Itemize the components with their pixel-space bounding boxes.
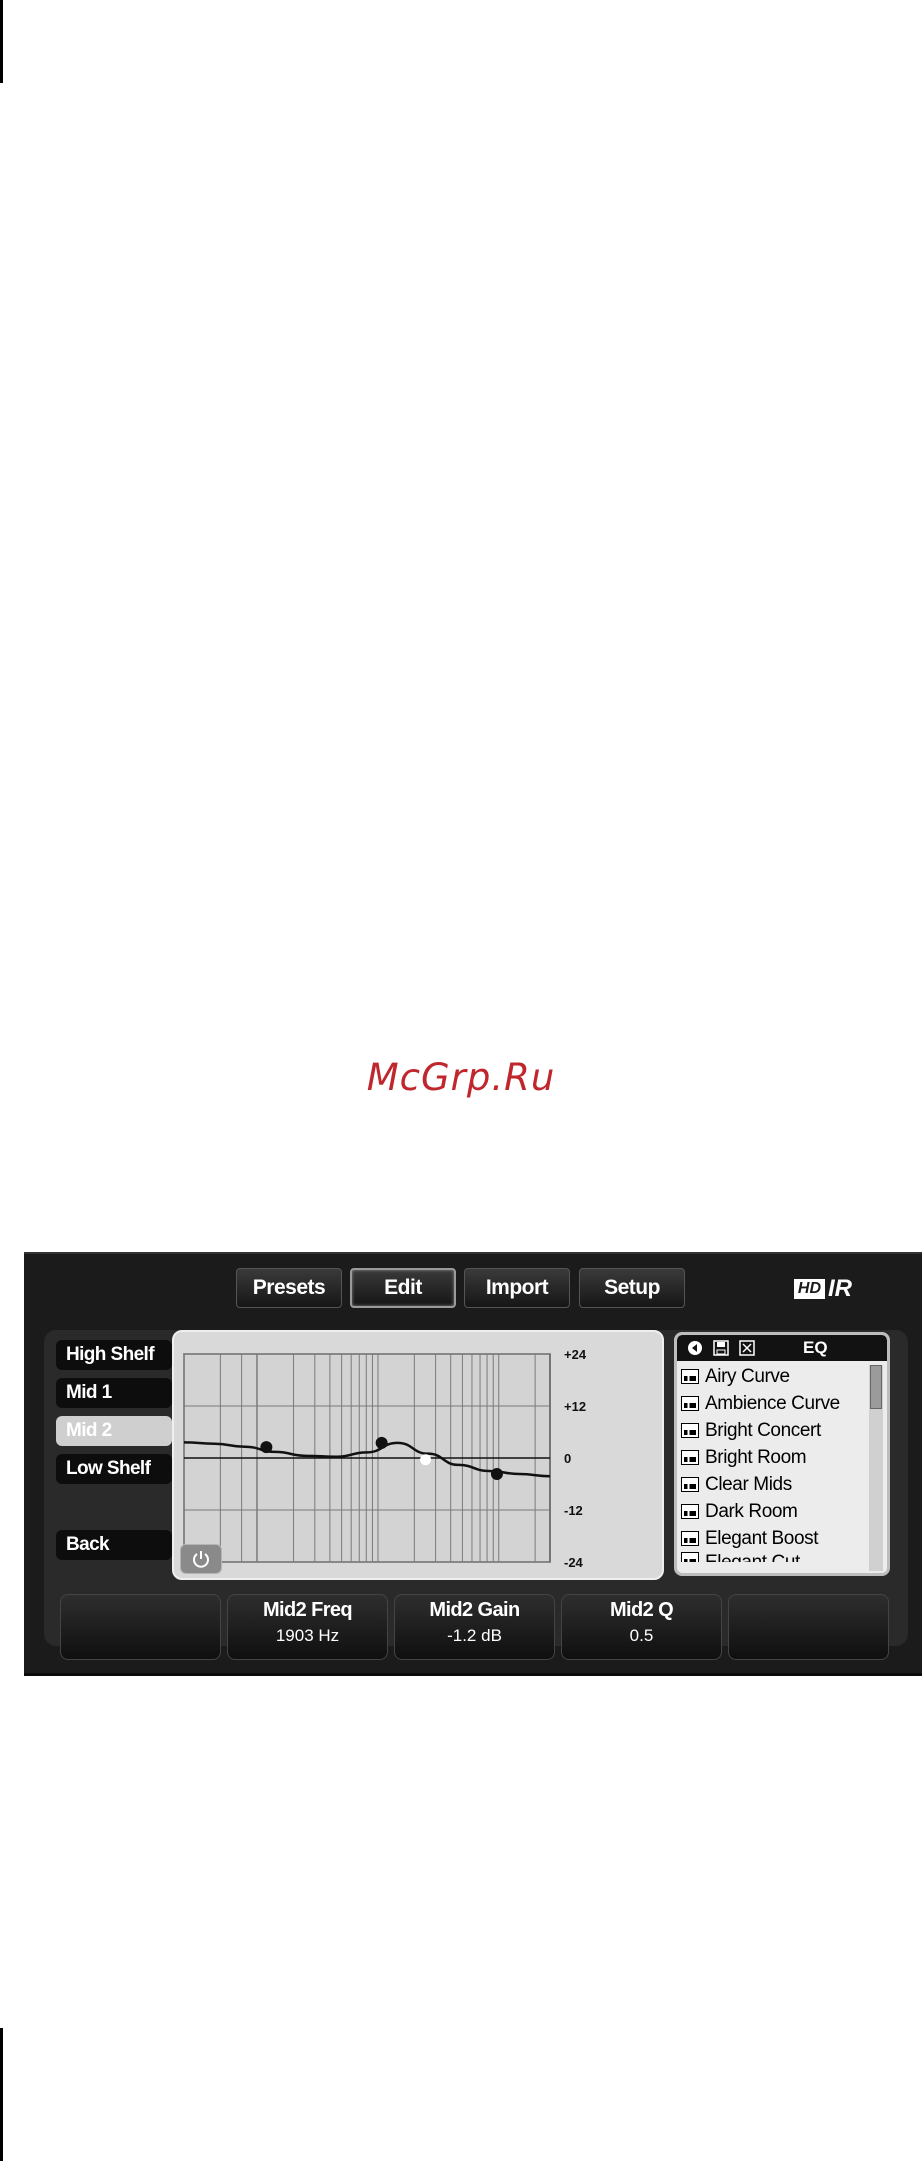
preset-list-scrollbar[interactable] (869, 1365, 883, 1571)
preset-items: Airy Curve Ambience Curve Bright Concert… (681, 1363, 865, 1562)
eq-plugin-window: Presets Edit Import Setup HD IR High She… (24, 1252, 922, 1676)
preset-list-title: EQ (803, 1338, 828, 1357)
curve-thumbnail-icon (681, 1477, 699, 1492)
curve-thumbnail-icon (681, 1450, 699, 1465)
band-high-shelf-button[interactable]: High Shelf (56, 1340, 172, 1370)
presets-button[interactable]: Presets (236, 1268, 342, 1308)
list-item[interactable]: Bright Room (681, 1444, 865, 1471)
eq-node-mid-1[interactable] (375, 1436, 388, 1449)
list-item[interactable]: Elegant Cut (681, 1552, 865, 1562)
list-item[interactable]: Clear Mids (681, 1471, 865, 1498)
import-button[interactable]: Import (464, 1268, 570, 1308)
eq-node-low-shelf[interactable] (490, 1468, 503, 1481)
list-item[interactable]: Elegant Boost (681, 1525, 865, 1552)
eq-graph-panel: +24 +12 0 -12 -24 (172, 1330, 664, 1580)
y-tick-label: -24 (564, 1555, 584, 1570)
eq-preset-list: EQ Airy Curve Ambience Curve Bright Conc… (674, 1332, 890, 1576)
band-low-shelf-button[interactable]: Low Shelf (56, 1454, 172, 1484)
y-tick-label: +12 (564, 1399, 586, 1414)
logo-hd: HD (793, 1279, 825, 1299)
param-value: -1.2 dB (447, 1626, 502, 1645)
list-item[interactable]: Dark Room (681, 1498, 865, 1525)
param-slot-empty-left[interactable] (60, 1594, 221, 1660)
hdir-logo: HD IR (793, 1275, 852, 1303)
power-icon (193, 1551, 209, 1568)
speaker-icon[interactable] (687, 1340, 703, 1356)
delete-icon[interactable] (739, 1340, 755, 1356)
curve-thumbnail-icon (681, 1552, 699, 1562)
list-item[interactable]: Airy Curve (681, 1363, 865, 1390)
back-button[interactable]: Back (56, 1530, 172, 1560)
page-edge-top (0, 0, 3, 83)
curve-thumbnail-icon (681, 1531, 699, 1546)
param-value: 0.5 (629, 1626, 654, 1645)
param-name: Mid2 Freq (262, 1599, 353, 1621)
curve-thumbnail-icon (681, 1423, 699, 1438)
page-edge-bottom (0, 2028, 3, 2161)
power-button[interactable] (180, 1544, 222, 1574)
scrollbar-thumb[interactable] (870, 1365, 882, 1409)
logo-ir: IR (828, 1275, 852, 1302)
watermark-text: McGrp.Ru (366, 1056, 556, 1099)
curve-thumbnail-icon (681, 1396, 699, 1411)
list-item[interactable]: Ambience Curve (681, 1390, 865, 1417)
y-tick-label: -12 (564, 1503, 583, 1518)
eq-node-high-shelf[interactable] (260, 1441, 273, 1454)
setup-button[interactable]: Setup (579, 1268, 685, 1308)
save-icon[interactable] (713, 1340, 729, 1356)
mid2-freq-knob[interactable]: Mid2 Freq 1903 Hz (227, 1594, 388, 1660)
band-mid-1-button[interactable]: Mid 1 (56, 1378, 172, 1408)
list-item[interactable]: Bright Concert (681, 1417, 865, 1444)
curve-thumbnail-icon (681, 1504, 699, 1519)
mid2-q-knob[interactable]: Mid2 Q 0.5 (561, 1594, 722, 1660)
y-tick-label: 0 (564, 1451, 571, 1466)
param-name: Mid2 Gain (429, 1599, 520, 1621)
y-tick-label: +24 (564, 1347, 587, 1362)
param-name: Mid2 Q (609, 1599, 674, 1621)
band-mid-2-button[interactable]: Mid 2 (56, 1416, 172, 1446)
curve-thumbnail-icon (681, 1369, 699, 1384)
param-value: 1903 Hz (275, 1626, 340, 1645)
param-slot-empty-right[interactable] (728, 1594, 889, 1660)
preset-list-header: EQ (677, 1335, 887, 1361)
eq-curve-graph[interactable]: +24 +12 0 -12 -24 (174, 1332, 662, 1578)
edit-button[interactable]: Edit (350, 1268, 456, 1308)
eq-node-mid-2[interactable] (420, 1454, 432, 1466)
mid2-gain-knob[interactable]: Mid2 Gain -1.2 dB (394, 1594, 555, 1660)
